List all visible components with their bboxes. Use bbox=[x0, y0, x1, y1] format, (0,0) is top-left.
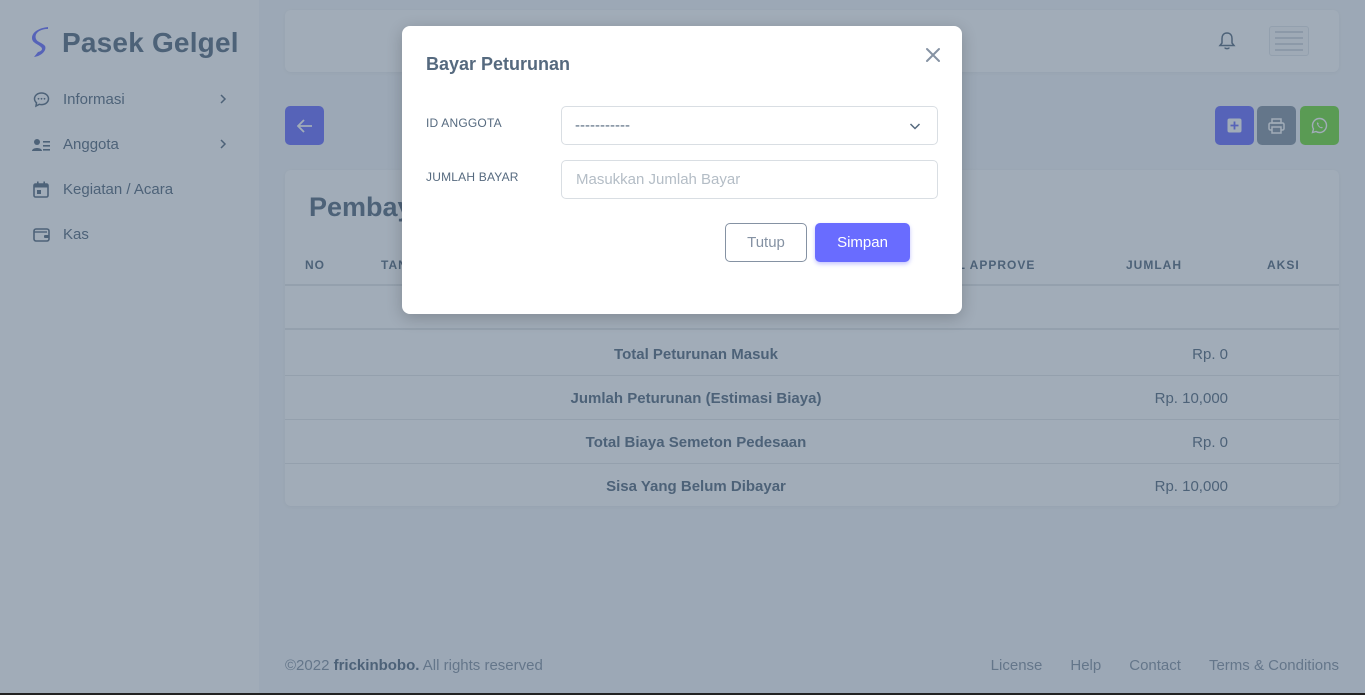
chevron-down-icon bbox=[909, 123, 921, 130]
close-icon[interactable] bbox=[924, 46, 942, 64]
modal-title: Bayar Peturunan bbox=[426, 54, 571, 74]
jumlah-bayar-label: JUMLAH BAYAR bbox=[426, 170, 519, 184]
cancel-button[interactable]: Tutup bbox=[725, 223, 807, 262]
id-anggota-label: ID ANGGOTA bbox=[426, 116, 502, 130]
bayar-peturunan-modal: Bayar Peturunan ID ANGGOTA ----------- J… bbox=[402, 26, 962, 314]
id-anggota-selected: ----------- bbox=[575, 117, 630, 134]
save-button[interactable]: Simpan bbox=[815, 223, 910, 262]
id-anggota-select[interactable]: ----------- bbox=[561, 106, 938, 145]
jumlah-bayar-input[interactable] bbox=[561, 160, 938, 199]
